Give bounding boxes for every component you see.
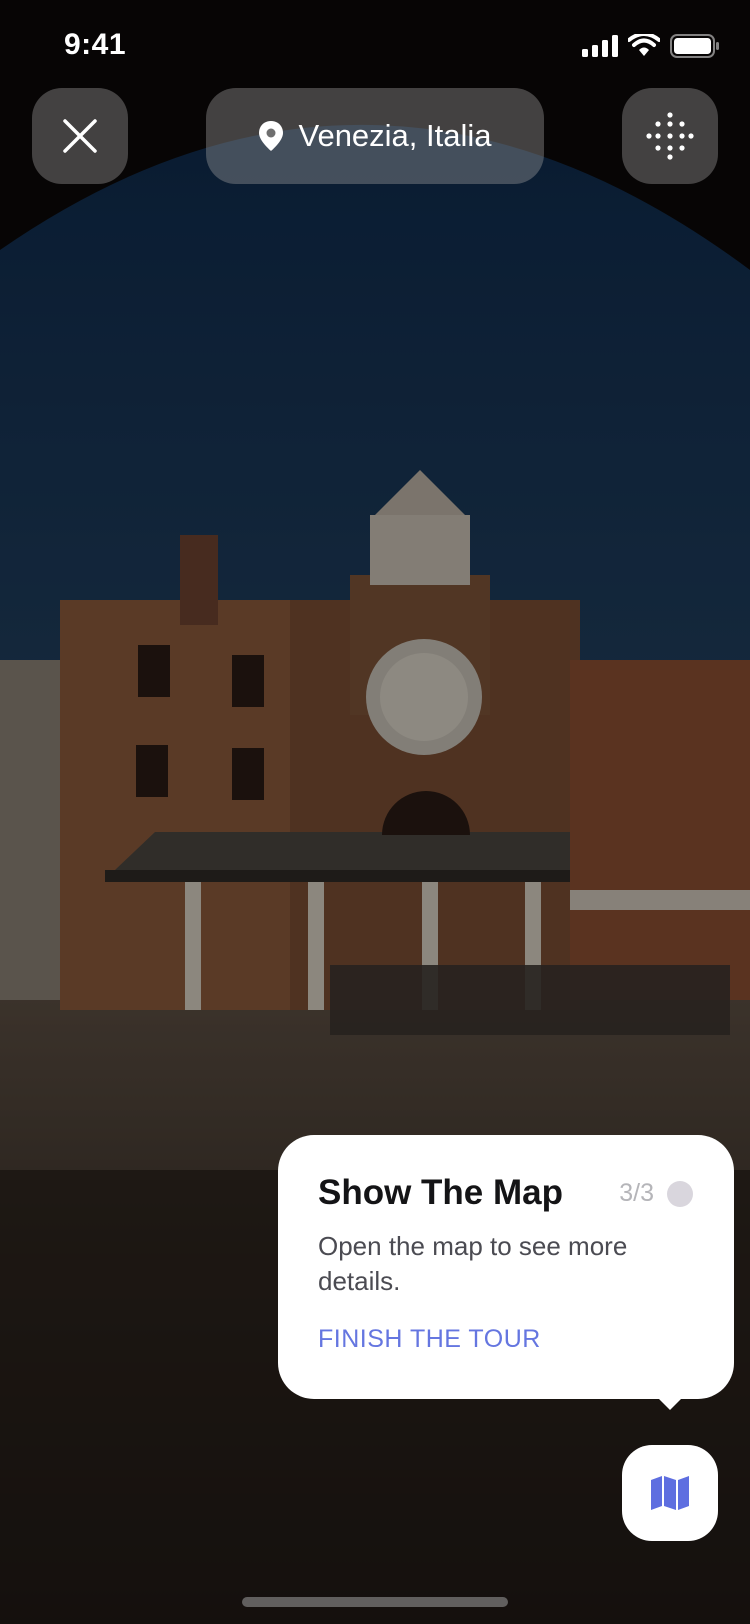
location-pill[interactable]: Venezia, Italia bbox=[206, 88, 544, 184]
card-description: Open the map to see more details. bbox=[318, 1231, 628, 1296]
cellular-signal-icon bbox=[582, 35, 618, 57]
status-icons bbox=[582, 34, 720, 58]
card-pointer bbox=[650, 1390, 690, 1410]
status-bar: 9:41 bbox=[0, 0, 750, 90]
location-pin-icon bbox=[259, 121, 284, 151]
dots-grid-button[interactable] bbox=[622, 88, 718, 184]
progress-circle-icon bbox=[667, 1180, 693, 1207]
map-icon bbox=[651, 1476, 689, 1510]
wifi-icon bbox=[628, 34, 660, 56]
location-label: Venezia, Italia bbox=[298, 118, 492, 153]
battery-icon bbox=[670, 34, 719, 58]
dots-grid-icon bbox=[646, 112, 694, 160]
tour-card: Show The Map 3/3 Open the map to see mor… bbox=[278, 1135, 734, 1399]
map-button[interactable] bbox=[622, 1445, 718, 1541]
finish-tour-button[interactable]: FINISH THE TOUR bbox=[318, 1325, 541, 1354]
close-button[interactable] bbox=[32, 88, 128, 184]
card-step: 3/3 bbox=[619, 1179, 694, 1208]
home-indicator bbox=[242, 1597, 508, 1607]
close-icon bbox=[63, 119, 97, 153]
status-time: 9:41 bbox=[64, 28, 127, 61]
step-counter: 3/3 bbox=[619, 1179, 654, 1207]
